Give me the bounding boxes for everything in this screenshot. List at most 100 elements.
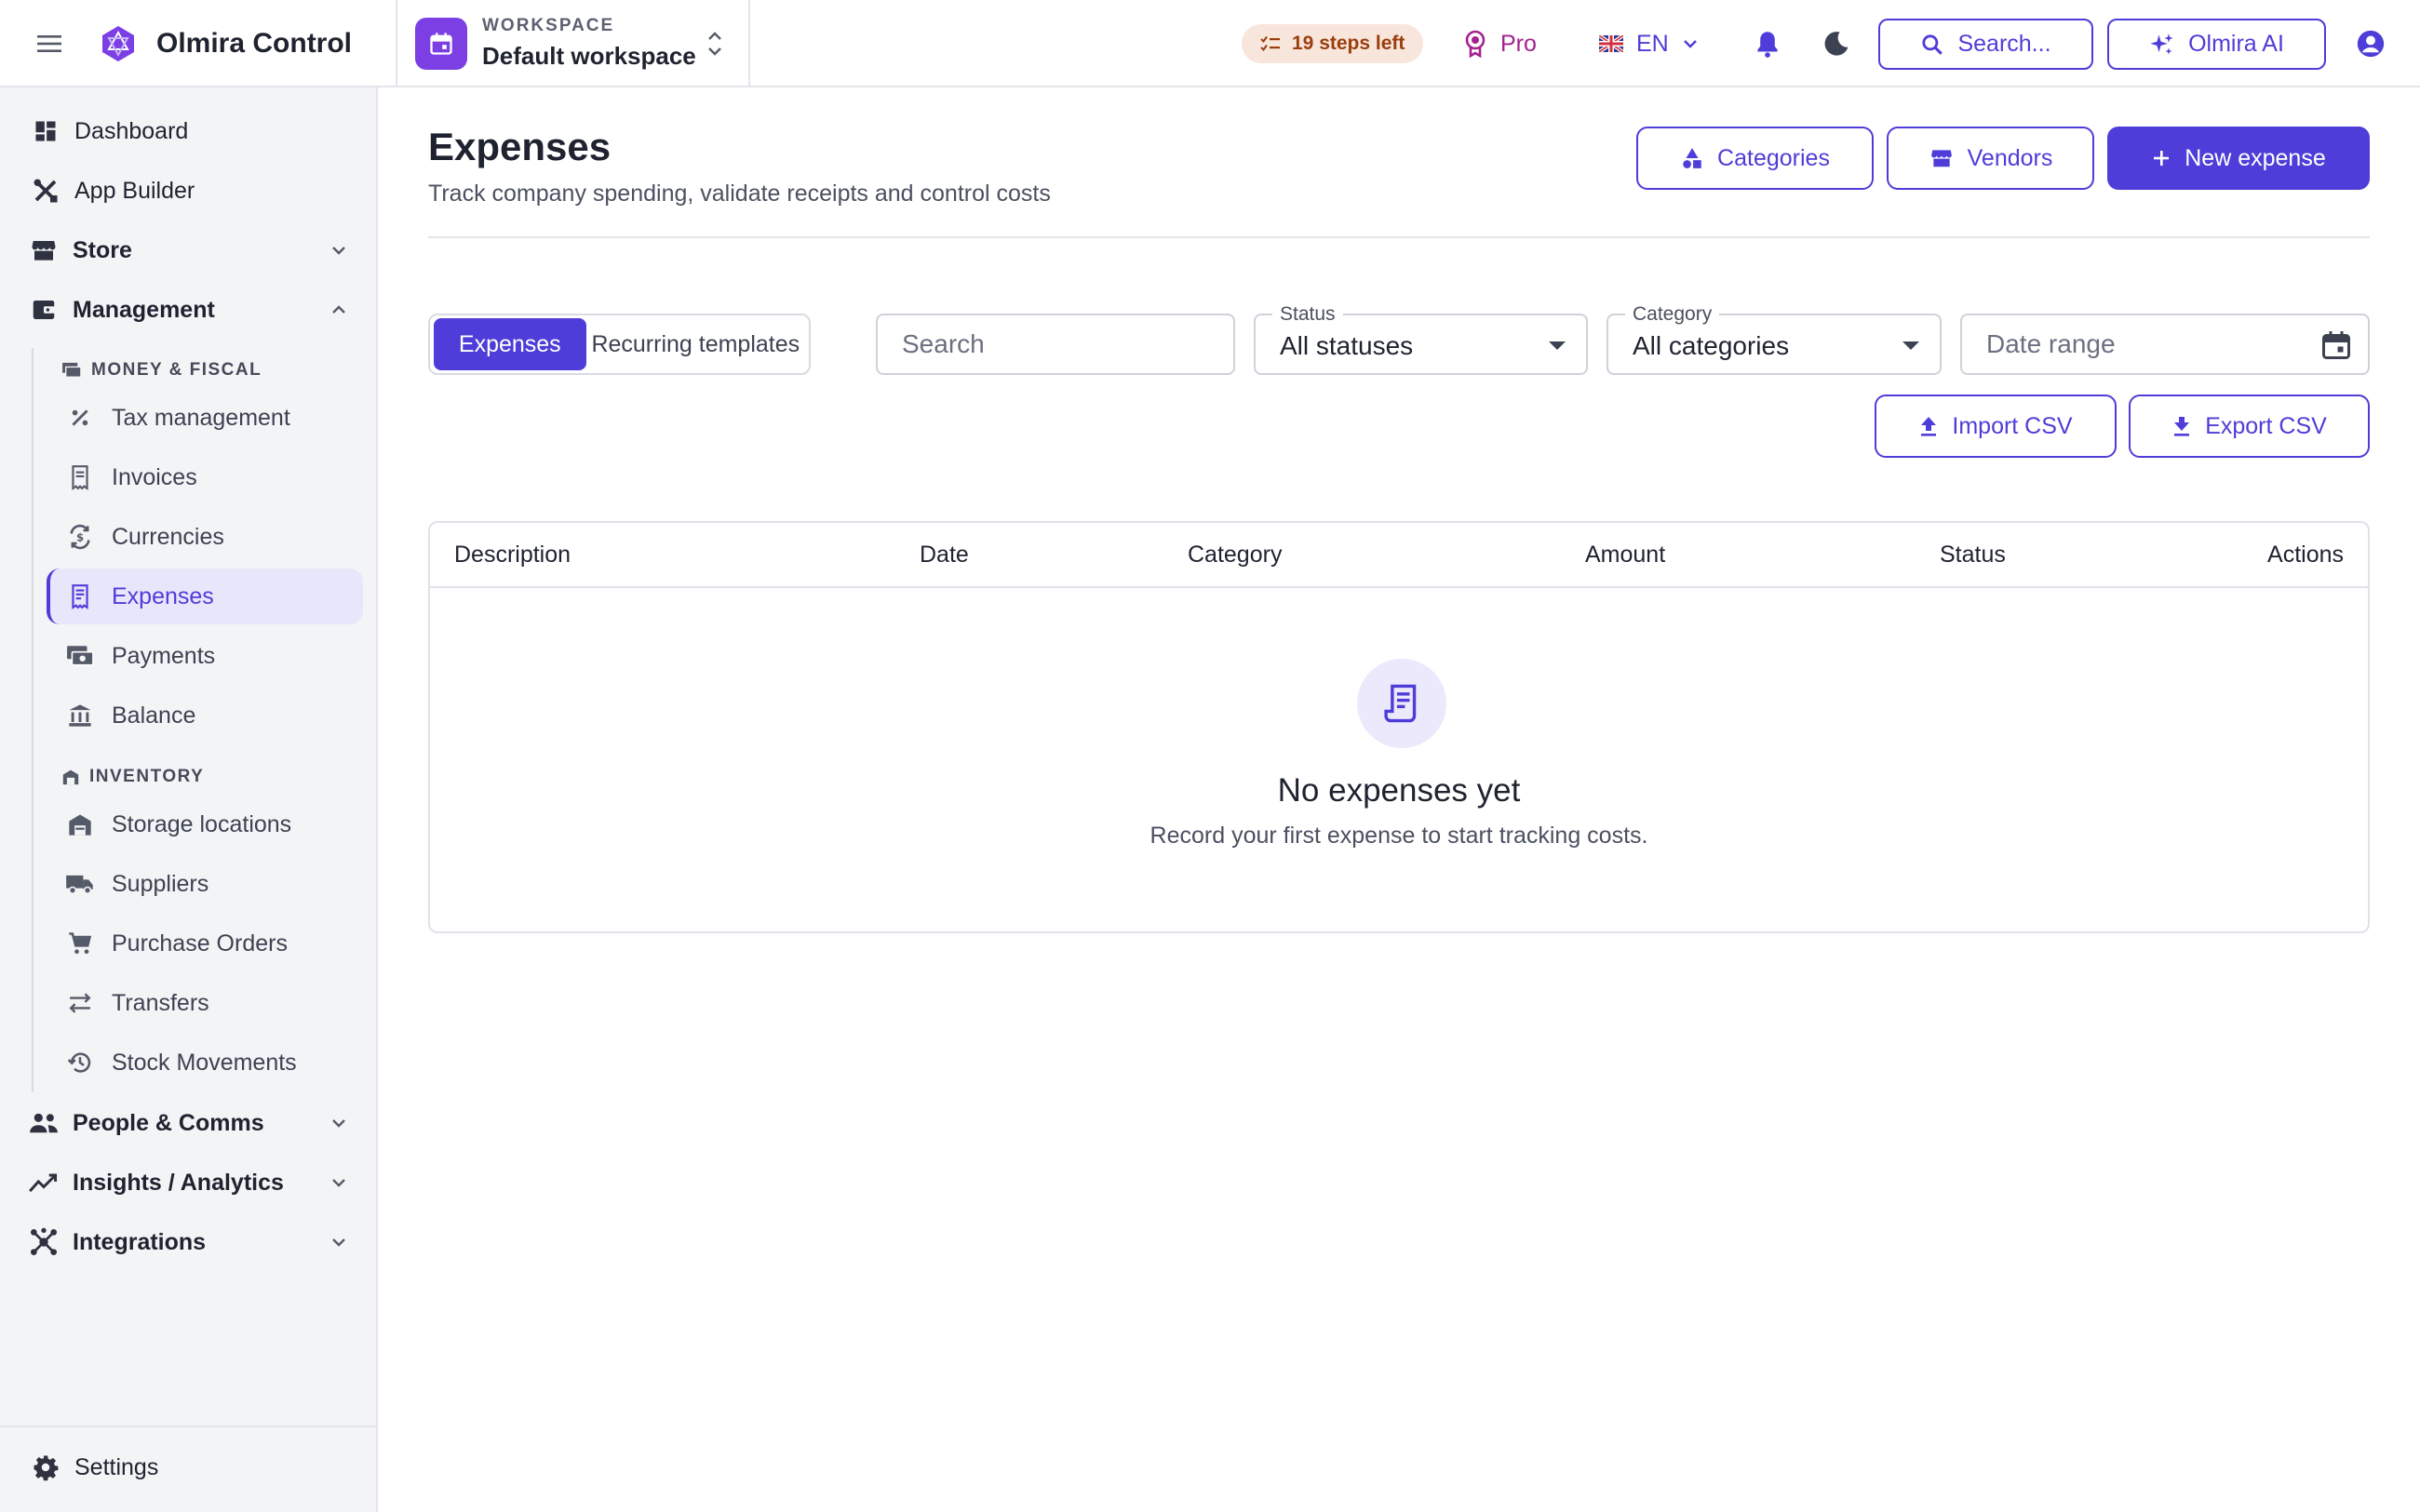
sidebar-item-label: Balance [112, 702, 196, 729]
bell-icon[interactable] [1752, 28, 1783, 60]
page-title: Expenses [428, 125, 612, 168]
export-csv-button[interactable]: Export CSV [2129, 395, 2370, 458]
sidebar-item-dashboard[interactable]: Dashboard [0, 105, 376, 157]
sidebar-item-purchase-orders[interactable]: Purchase Orders [47, 916, 363, 971]
sidebar-item-settings[interactable]: Settings [0, 1441, 376, 1493]
pro-plan-link[interactable]: Pro [1463, 26, 1537, 61]
receipt-long-icon [1357, 659, 1446, 748]
truck-icon [65, 869, 95, 899]
currency-exchange-icon: $ [65, 522, 95, 552]
sidebar-group-label: Insights / Analytics [73, 1169, 284, 1196]
column-header-amount[interactable]: Amount [1585, 542, 1665, 569]
date-range-placeholder: Date range [1986, 329, 2116, 358]
ai-assistant-button[interactable]: Olmira AI [2107, 19, 2326, 70]
expenses-table: Description Date Category Amount Status … [428, 521, 2370, 933]
categories-button-label: Categories [1717, 144, 1830, 171]
column-header-description[interactable]: Description [454, 542, 571, 569]
top-bar: Olmira Control WORKSPACE Default workspa… [0, 0, 2420, 87]
sidebar-group-label: Store [73, 236, 132, 263]
award-badge-icon [1463, 30, 1487, 58]
vendors-button[interactable]: Vendors [1887, 127, 2094, 190]
search-input[interactable]: Search [876, 314, 1235, 375]
divider [396, 0, 397, 87]
storefront-icon [28, 234, 60, 266]
category-select[interactable]: Category All categories [1607, 303, 1942, 375]
steps-left-text: 19 steps left [1292, 33, 1405, 54]
tab-expenses[interactable]: Expenses [434, 318, 586, 370]
column-header-category[interactable]: Category [1188, 542, 1282, 569]
olmira-logo-icon[interactable] [99, 24, 138, 63]
status-select-value: All statuses [1280, 331, 1414, 360]
sidebar-item-balance[interactable]: Balance [47, 688, 363, 743]
percent-icon [65, 403, 95, 433]
chevron-down-icon [328, 1112, 350, 1134]
moon-icon[interactable] [1821, 28, 1852, 60]
page-subtitle: Track company spending, validate receipt… [428, 181, 1051, 207]
tree-line [32, 348, 34, 1092]
import-csv-button[interactable]: Import CSV [1875, 395, 2117, 458]
sidebar-group-management[interactable]: Management [0, 284, 376, 336]
sidebar-item-invoices[interactable]: Invoices [47, 449, 363, 505]
column-header-date[interactable]: Date [920, 542, 969, 569]
tab-recurring-templates[interactable]: Recurring templates [586, 318, 805, 370]
sidebar-item-payments[interactable]: Payments [47, 628, 363, 684]
history-icon [65, 1048, 95, 1077]
main-content: Expenses Track company spending, validat… [378, 87, 2420, 1512]
sidebar-item-expenses[interactable]: Expenses [47, 569, 363, 624]
sidebar-item-label: Transfers [112, 989, 209, 1016]
calendar-icon[interactable] [2319, 328, 2353, 362]
sidebar-item-label: Invoices [112, 463, 197, 490]
new-expense-button[interactable]: New expense [2107, 127, 2370, 190]
sidebar-item-label: Suppliers [112, 870, 209, 897]
shopping-cart-icon [65, 929, 95, 958]
hamburger-menu-icon[interactable] [34, 28, 65, 60]
category-select-value: All categories [1633, 331, 1790, 360]
date-range-input[interactable]: Date range [1960, 314, 2370, 375]
search-icon [1920, 33, 1944, 57]
onboarding-steps-badge[interactable]: 19 steps left [1242, 24, 1424, 63]
sidebar-item-app-builder[interactable]: App Builder [0, 165, 376, 217]
category-shapes-icon [1680, 146, 1704, 170]
language-code: EN [1636, 30, 1669, 57]
sidebar-item-transfers[interactable]: Transfers [47, 975, 363, 1031]
chevron-down-icon [328, 1231, 350, 1253]
column-header-status[interactable]: Status [1940, 542, 2006, 569]
calendar-icon[interactable] [415, 18, 467, 70]
plan-label: Pro [1500, 30, 1537, 57]
sidebar-group-integrations[interactable]: Integrations [0, 1216, 376, 1268]
sidebar-group-store[interactable]: Store [0, 224, 376, 276]
sidebar-item-label: Expenses [112, 582, 214, 609]
sidebar-group-label: Management [73, 296, 215, 323]
categories-button[interactable]: Categories [1636, 127, 1874, 190]
sidebar-item-storage-locations[interactable]: Storage locations [47, 796, 363, 852]
sidebar-group-people-comms[interactable]: People & Comms [0, 1097, 376, 1149]
sidebar-item-currencies[interactable]: $ Currencies [47, 509, 363, 565]
section-money-fiscal: MONEY & FISCAL [61, 360, 262, 381]
sidebar-item-stock-movements[interactable]: Stock Movements [47, 1035, 363, 1091]
status-select[interactable]: Status All statuses [1254, 303, 1588, 375]
chevron-up-icon [328, 299, 350, 321]
section-label: MONEY & FISCAL [91, 360, 262, 380]
dropdown-arrow-icon [1902, 341, 1919, 350]
divider [748, 0, 750, 87]
workspace-label: WORKSPACE [482, 16, 615, 35]
sidebar-item-suppliers[interactable]: Suppliers [47, 856, 363, 912]
global-search-button[interactable]: Search... [1878, 19, 2093, 70]
receipt-long-icon [65, 582, 95, 611]
tools-icon [30, 175, 61, 207]
account-circle-icon[interactable] [2355, 28, 2386, 60]
payments-icon [65, 641, 95, 671]
language-selector[interactable]: EN [1599, 26, 1699, 61]
checklist-icon [1260, 35, 1281, 52]
sidebar-item-label: Currencies [112, 523, 224, 550]
chevron-down-icon [328, 239, 350, 261]
unfold-icon[interactable] [704, 27, 726, 60]
dashboard-icon [30, 115, 61, 147]
gear-icon [30, 1452, 61, 1483]
empty-state-subtitle: Record your first expense to start track… [1150, 823, 1648, 849]
sidebar-item-label: App Builder [74, 177, 195, 204]
sidebar-item-tax-management[interactable]: Tax management [47, 390, 363, 446]
workspace-name[interactable]: Default workspace [482, 42, 696, 71]
sidebar-group-insights-analytics[interactable]: Insights / Analytics [0, 1157, 376, 1209]
search-button-label: Search... [1957, 31, 2051, 57]
